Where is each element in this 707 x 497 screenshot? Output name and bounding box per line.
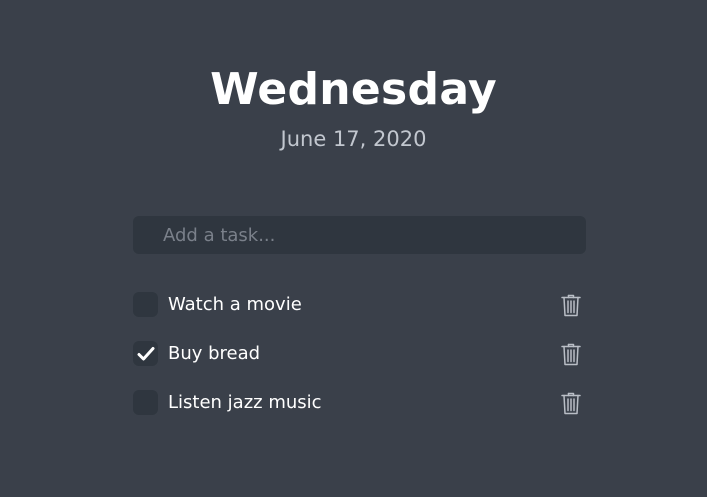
task-item: Listen jazz music — [133, 378, 586, 427]
task-label: Buy bread — [168, 342, 261, 364]
date-header: Wednesday June 17, 2020 — [0, 62, 707, 153]
trash-icon — [561, 392, 581, 414]
task-checkbox[interactable] — [133, 292, 158, 317]
task-list: Watch a movie Buy bread Listen jazz musi… — [133, 280, 586, 427]
task-label: Watch a movie — [168, 293, 302, 315]
task-checkbox[interactable] — [133, 390, 158, 415]
task-item: Buy bread — [133, 329, 586, 378]
weekday-title: Wednesday — [210, 64, 497, 115]
delete-task-button[interactable] — [560, 390, 582, 416]
task-label: Listen jazz music — [168, 391, 322, 413]
trash-icon — [561, 294, 581, 316]
delete-task-button[interactable] — [560, 292, 582, 318]
date-subtitle: June 17, 2020 — [280, 127, 427, 151]
task-item: Watch a movie — [133, 280, 586, 329]
delete-task-button[interactable] — [560, 341, 582, 367]
task-checkbox[interactable] — [133, 341, 158, 366]
check-icon — [137, 346, 154, 360]
add-task-input[interactable] — [133, 216, 586, 254]
trash-icon — [561, 343, 581, 365]
